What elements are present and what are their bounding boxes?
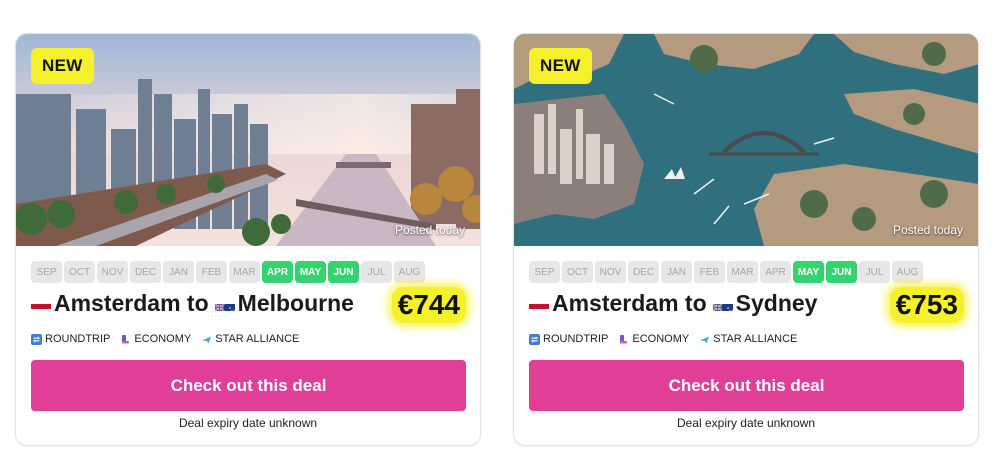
- month-pill-jan: JAN: [163, 261, 194, 283]
- month-pill-oct: OCT: [64, 261, 95, 283]
- deal-card[interactable]: NEW Posted today SEP OCT NOV DEC JAN FEB MAR AP…: [15, 33, 481, 446]
- route-origin: Amsterdam to: [552, 290, 707, 316]
- tag-label: STAR ALLIANCE: [713, 333, 798, 345]
- new-badge: NEW: [31, 48, 94, 84]
- tag-alliance: STAR ALLIANCE: [201, 333, 299, 345]
- month-pill-aug: AUG: [892, 261, 923, 283]
- month-pill-oct: OCT: [562, 261, 593, 283]
- tag-label: STAR ALLIANCE: [215, 333, 300, 345]
- month-pill-aug: AUG: [394, 261, 425, 283]
- seat-icon: [620, 334, 628, 343]
- tag-label: ROUNDTRIP: [45, 333, 111, 345]
- month-pill-mar: MAR: [229, 261, 260, 283]
- month-pill-nov: NOV: [97, 261, 128, 283]
- roundtrip-icon: [31, 333, 42, 345]
- month-pill-sep: SEP: [529, 261, 560, 283]
- month-pill-apr: APR: [262, 261, 293, 283]
- new-badge: NEW: [529, 48, 592, 84]
- route-destination: Melbourne: [237, 290, 354, 316]
- month-pill-sep: SEP: [31, 261, 62, 283]
- tag-label: ECONOMY: [134, 333, 192, 345]
- month-pill-apr: APR: [760, 261, 791, 283]
- destination-photo-melbourne: NEW Posted today: [16, 34, 480, 246]
- check-out-deal-button[interactable]: Check out this deal: [31, 360, 466, 411]
- route-title[interactable]: Amsterdam to Melbourne: [31, 290, 354, 317]
- tag-alliance: STAR ALLIANCE: [699, 333, 797, 345]
- month-pill-jun: JUN: [826, 261, 857, 283]
- netherlands-flag-icon: [31, 297, 51, 311]
- roundtrip-icon: [529, 333, 540, 345]
- deal-tags: ROUNDTRIP ECONOMY STAR ALLIANCE: [31, 333, 299, 345]
- price-highlight: €744: [391, 287, 466, 323]
- route-destination: Sydney: [735, 290, 818, 316]
- destination-photo-sydney: NEW Posted today: [514, 34, 978, 246]
- month-pill-jul: JUL: [859, 261, 890, 283]
- month-pill-feb: FEB: [694, 261, 725, 283]
- tag-label: ROUNDTRIP: [543, 333, 609, 345]
- tag-economy: ECONOMY: [618, 333, 689, 345]
- tag-roundtrip: ROUNDTRIP: [31, 333, 110, 345]
- airplane-icon: [700, 336, 710, 343]
- month-pill-dec: DEC: [130, 261, 161, 283]
- travel-months: SEP OCT NOV DEC JAN FEB MAR APR MAY JUN JUL AUG: [31, 261, 425, 283]
- month-pill-mar: MAR: [727, 261, 758, 283]
- check-out-deal-button[interactable]: Check out this deal: [529, 360, 964, 411]
- month-pill-dec: DEC: [628, 261, 659, 283]
- travel-months: SEP OCT NOV DEC JAN FEB MAR APR MAY JUN JUL AUG: [529, 261, 923, 283]
- tag-economy: ECONOMY: [120, 333, 191, 345]
- route-origin: Amsterdam to: [54, 290, 209, 316]
- australia-flag-icon: [712, 297, 733, 311]
- month-pill-feb: FEB: [196, 261, 227, 283]
- deal-expiry: Deal expiry date unknown: [178, 416, 318, 430]
- deal-expiry: Deal expiry date unknown: [676, 416, 816, 430]
- price-highlight: €753: [889, 287, 964, 323]
- posted-date: Posted today: [394, 223, 465, 237]
- tag-roundtrip: ROUNDTRIP: [529, 333, 608, 345]
- month-pill-jan: JAN: [661, 261, 692, 283]
- seat-icon: [122, 334, 130, 343]
- deal-tags: ROUNDTRIP ECONOMY STAR ALLIANCE: [529, 333, 797, 345]
- month-pill-jul: JUL: [361, 261, 392, 283]
- month-pill-may: MAY: [295, 261, 326, 283]
- month-pill-jun: JUN: [328, 261, 359, 283]
- tag-label: ECONOMY: [632, 333, 690, 345]
- month-pill-nov: NOV: [595, 261, 626, 283]
- australia-flag-icon: [214, 297, 235, 311]
- route-title[interactable]: Amsterdam to Sydney: [529, 290, 817, 317]
- month-pill-may: MAY: [793, 261, 824, 283]
- airplane-icon: [202, 336, 212, 343]
- netherlands-flag-icon: [529, 297, 549, 311]
- posted-date: Posted today: [892, 223, 963, 237]
- deal-card[interactable]: NEW Posted today SEP OCT NOV DEC JAN FEB MAR AP…: [513, 33, 979, 446]
